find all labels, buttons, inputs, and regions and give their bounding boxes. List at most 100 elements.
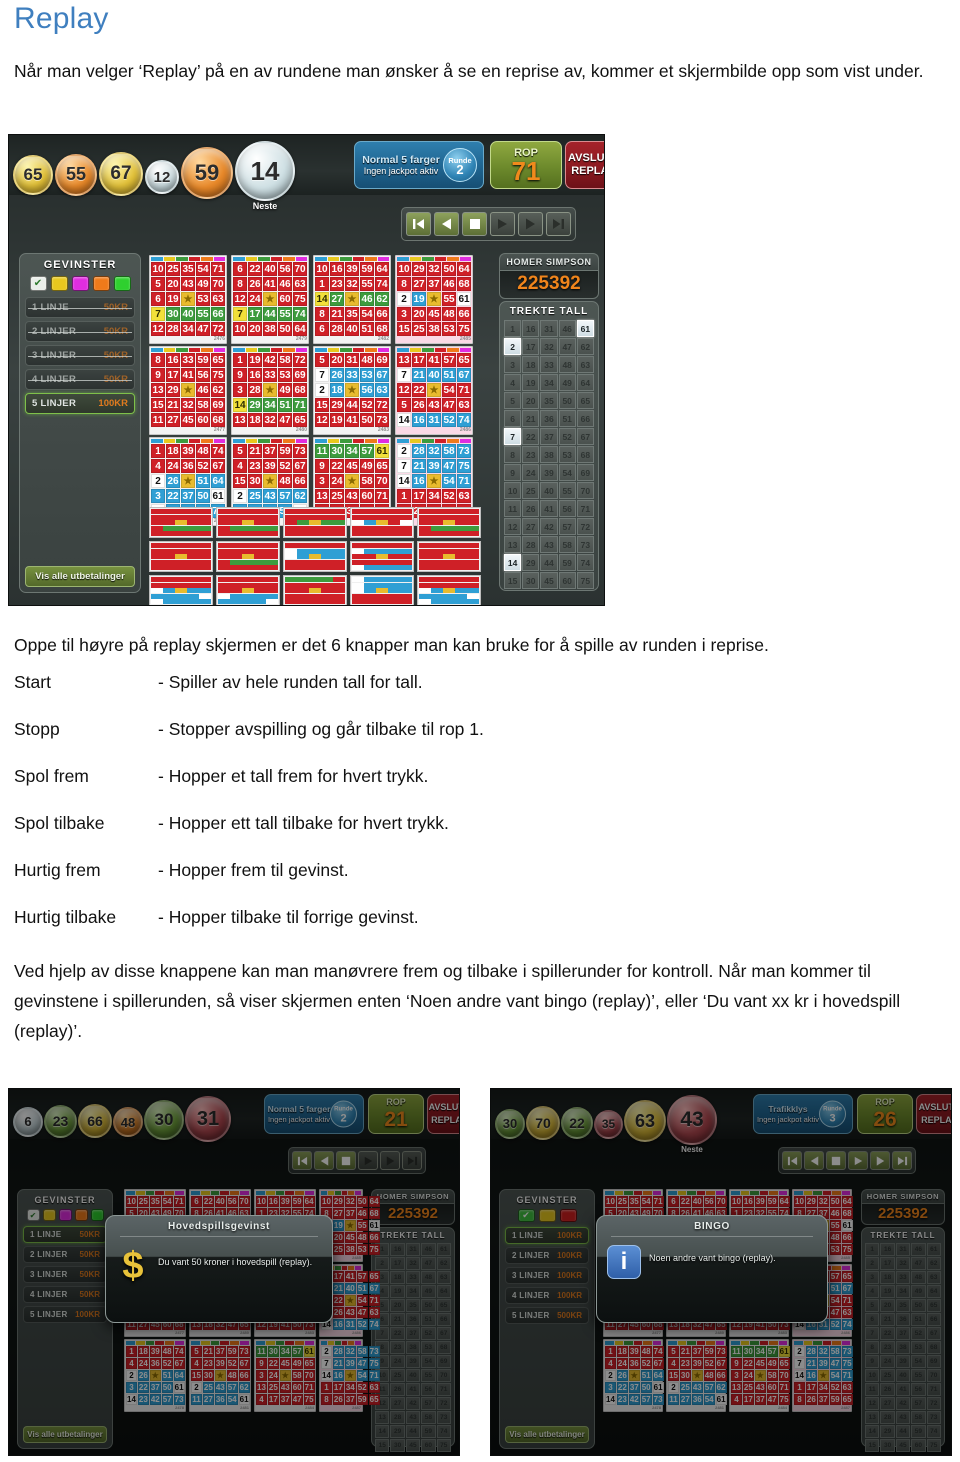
bingo-card[interactable]: 118394874 424365267 226★5164 322375061 14234… [124, 1339, 186, 1412]
skip-forward-button[interactable] [402, 1151, 422, 1170]
show-all-payouts-button[interactable]: Vis alle utbetalinger [505, 1426, 589, 1443]
bingo-card[interactable]: 1130345761 922454965 324★5870 1325436071 417… [254, 1339, 316, 1412]
bingo-card[interactable]: 8163359659174156751329★46621521325869112… [149, 346, 227, 435]
bingo-card[interactable]: 119425872 916335369 328★4968 1429345171 1318… [231, 346, 309, 435]
card-cell: 67 [173, 1358, 185, 1369]
show-all-payouts-button[interactable]: Vis alle utbetalinger [25, 566, 135, 587]
card-thumbnail[interactable] [149, 575, 213, 605]
show-all-payouts-button[interactable]: Vis alle utbetalinger [23, 1426, 107, 1443]
dialog-title: BINGO [694, 1221, 730, 1232]
step-forward-button[interactable] [380, 1151, 400, 1170]
player-panel: HOMER SIMPSON 225392 [499, 253, 599, 299]
card-cell: 32 [427, 262, 441, 276]
card-cell: 52 [196, 459, 210, 473]
card-cell: 46 [442, 277, 456, 291]
card-cell: 14 [233, 398, 247, 412]
bingo-card[interactable]: 228325873 721394775 1416★5471 117345263 8263… [319, 1339, 380, 1412]
card-cell: 43 [754, 1382, 766, 1393]
card-thumbnail[interactable] [216, 575, 280, 605]
skip-back-button[interactable] [292, 1151, 312, 1170]
bingo-card[interactable]: 228325873 721394775 1416★5471 117345263 8263… [792, 1339, 853, 1412]
card-cell: 6 [233, 262, 247, 276]
thumbnail-column[interactable] [149, 507, 213, 605]
card-thumbnail[interactable] [149, 507, 213, 538]
thumbnail-column[interactable] [350, 507, 414, 605]
card-color-bar [126, 1341, 184, 1345]
card-thumbnail[interactable] [350, 575, 414, 605]
card-color-bar [605, 1191, 661, 1195]
bingo-card[interactable]: 118394874 424365267 226★5164 322375061 14234… [603, 1339, 664, 1412]
skip-forward-button[interactable] [546, 212, 571, 236]
card-color-bar [256, 1191, 314, 1195]
card-cell: ★ [214, 1370, 226, 1381]
trekte-tall-cell: 2 [865, 1257, 880, 1270]
card-cell: 40 [181, 307, 195, 321]
step-back-button[interactable] [314, 1151, 334, 1170]
trekte-tall-cell: 13 [375, 1411, 390, 1424]
card-thumbnail[interactable] [283, 575, 347, 605]
card-color-bar [315, 348, 389, 352]
card-thumbnail[interactable] [417, 507, 481, 538]
card-thumbnail[interactable] [417, 575, 481, 605]
bingo-card[interactable]: 1029325064 827374668 219★5561 320454866 1525… [395, 255, 473, 344]
card-cell: 11 [315, 444, 329, 458]
card-cell: 19 [166, 292, 180, 306]
card-cell: 52 [703, 1358, 715, 1369]
bingo-card[interactable]: 520314869 726335367 218★5663 1529445272 1219… [313, 346, 391, 435]
card-serial: 2477 [213, 427, 225, 433]
card-cell: 34 [344, 1382, 356, 1393]
bingo-card[interactable]: 521375973 423395267 1530★4866 225435762 1127… [666, 1339, 727, 1412]
ball: 65 [13, 155, 53, 195]
step-back-button[interactable] [804, 1151, 824, 1170]
stop-button[interactable] [336, 1151, 356, 1170]
trekte-tall-cell: 21 [390, 1313, 405, 1326]
card-color-bar [397, 439, 471, 443]
step-forward-button[interactable] [870, 1151, 890, 1170]
bingo-card[interactable]: 1130345761 922454965 324★5870 1325436071 417… [729, 1339, 790, 1412]
bingo-card[interactable]: 1025355471 520434970 619★5363 730405566 1228… [149, 255, 227, 344]
trekte-tall-cell: 11 [865, 1383, 880, 1396]
skip-back-button[interactable] [782, 1151, 802, 1170]
card-thumbnail[interactable] [149, 541, 213, 572]
skip-back-button[interactable] [406, 212, 431, 236]
play-button[interactable] [358, 1151, 378, 1170]
replay-transport-controls[interactable] [778, 1147, 916, 1174]
replay-transport-controls[interactable] [288, 1147, 426, 1174]
card-thumbnail[interactable] [216, 541, 280, 572]
skip-forward-button[interactable] [892, 1151, 912, 1170]
step-back-button[interactable] [434, 212, 459, 236]
card-thumbnail[interactable] [283, 541, 347, 572]
exit-replay-button[interactable]: AVSLUTT REPLAY [565, 141, 604, 189]
thumbnail-column[interactable] [283, 507, 347, 605]
card-cell: 39 [817, 1358, 829, 1369]
replay-transport-controls[interactable] [401, 207, 576, 241]
card-thumbnail[interactable] [350, 507, 414, 538]
exit-replay-button[interactable]: AVSLUTT REPLAY [916, 1094, 951, 1134]
card-thumbnail[interactable] [216, 507, 280, 538]
bingo-card[interactable]: 1317415765 721405167 1222★5471 526434763 141… [395, 346, 473, 435]
stop-button[interactable] [462, 212, 487, 236]
card-thumbnail[interactable] [417, 541, 481, 572]
bingo-card[interactable]: 521375973 423395267 1530★4866 225435762 1127… [189, 1339, 251, 1412]
card-cell: 58 [829, 1346, 841, 1357]
play-button[interactable] [848, 1151, 868, 1170]
card-thumbnails[interactable] [149, 507, 481, 605]
trekte-tall-cell: 18 [880, 1271, 895, 1284]
card-cell: 60 [360, 489, 374, 503]
exit-replay-button[interactable]: AVSLUTT REPLAY [427, 1094, 459, 1134]
stop-button[interactable] [826, 1151, 846, 1170]
bingo-card[interactable]: 10163959641233255741427★4662821355466628… [313, 255, 391, 344]
card-cell: 66 [368, 1232, 380, 1243]
card-cell: 3 [315, 474, 329, 488]
thumbnail-column[interactable] [417, 507, 481, 605]
card-cell: 11 [191, 1394, 202, 1405]
step-forward-button[interactable] [518, 212, 543, 236]
thumbnail-column[interactable] [216, 507, 280, 605]
bingo-card[interactable]: 622405670 826414663 1224★6075 717445574 1020… [231, 255, 309, 344]
card-thumbnail[interactable] [350, 541, 414, 572]
card-thumbnail[interactable] [283, 507, 347, 538]
prize-value: 50KR [79, 1270, 100, 1279]
card-cell: 66 [293, 474, 307, 488]
card-cell: 19 [330, 413, 344, 427]
play-button[interactable] [490, 212, 515, 236]
